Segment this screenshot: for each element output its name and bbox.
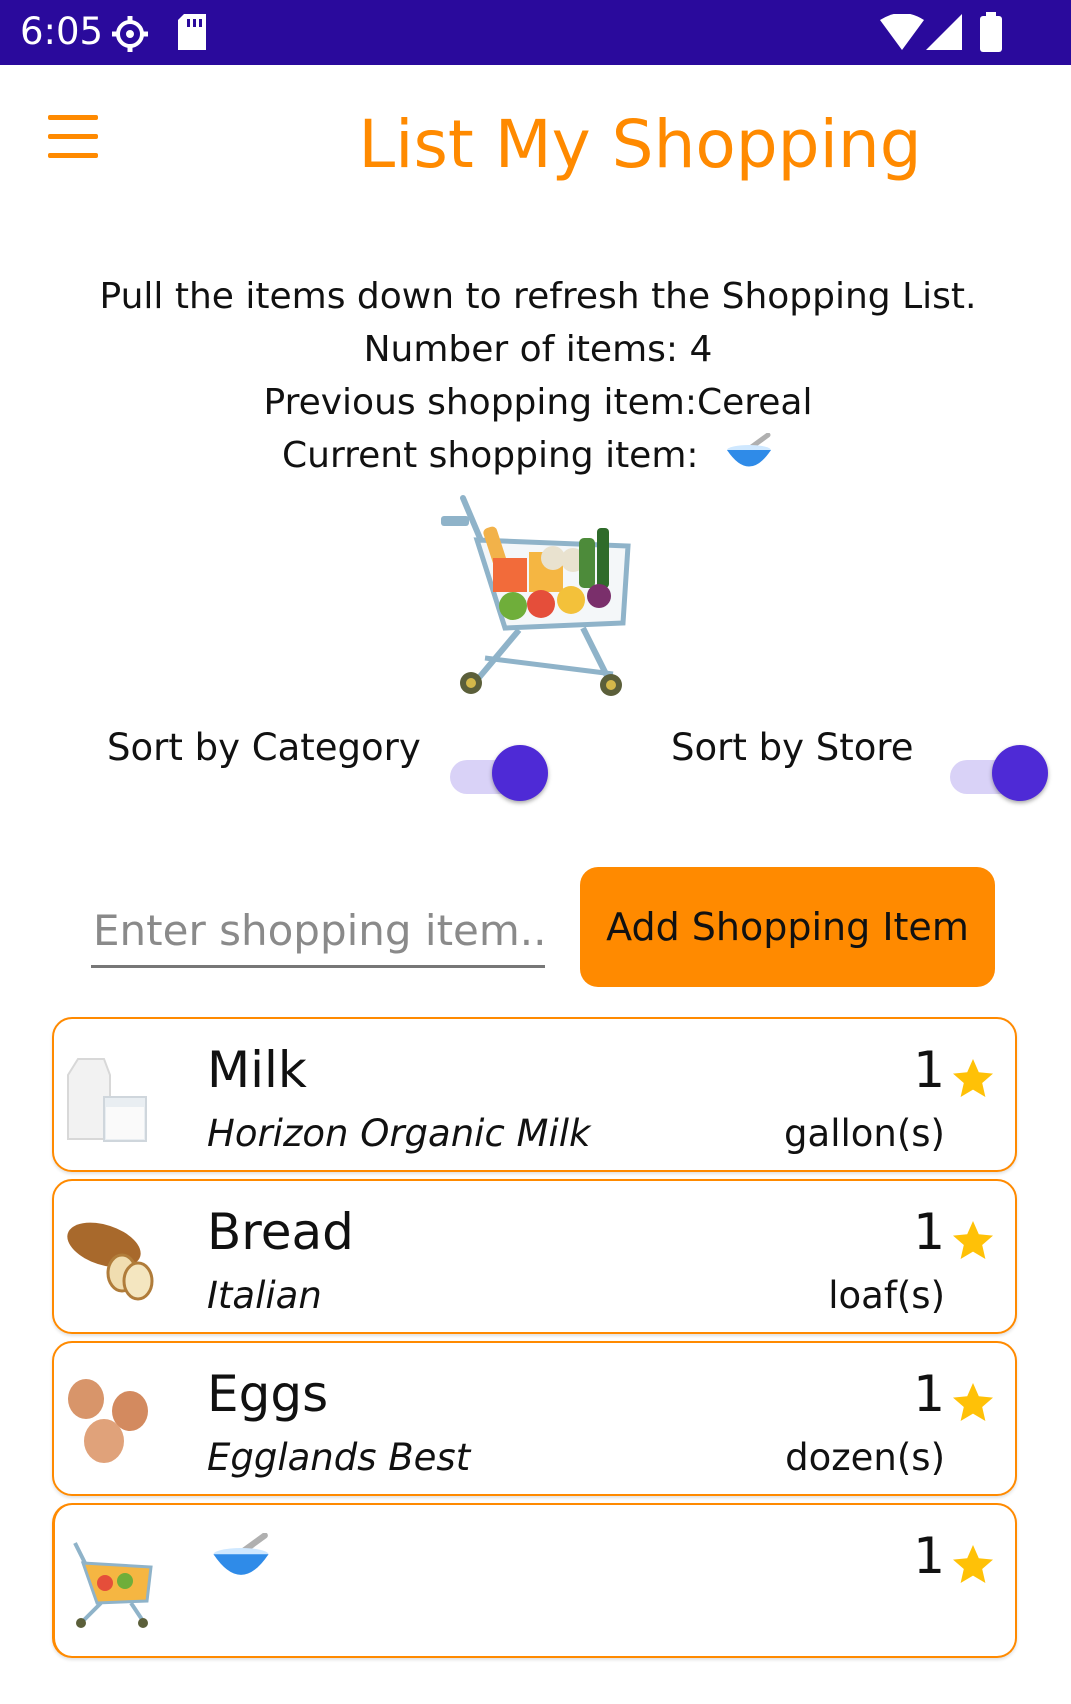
settings-gear-icon xyxy=(112,16,148,52)
sort-category-toggle[interactable] xyxy=(450,745,548,801)
star-icon[interactable] xyxy=(949,1379,997,1427)
item-unit: loaf(s) xyxy=(828,1274,945,1317)
milk-image xyxy=(67,1058,147,1142)
current-item-label: Current shopping item: xyxy=(282,435,699,476)
item-brand: Italian xyxy=(207,1274,322,1317)
item-name: Bread xyxy=(207,1203,354,1261)
bread-image xyxy=(67,1222,154,1301)
app-title: List My Shopping xyxy=(358,106,922,183)
info-panel: Pull the items down to refresh the Shopp… xyxy=(40,270,1036,482)
item-brand: Horizon Organic Milk xyxy=(207,1112,591,1155)
status-time: 6:05 xyxy=(20,10,104,53)
item-quantity: 1 xyxy=(913,1365,945,1423)
list-item-cereal[interactable]: 1 xyxy=(52,1503,1017,1658)
item-name: Eggs xyxy=(207,1365,329,1423)
eggs-image xyxy=(68,1379,148,1463)
item-quantity: 1 xyxy=(913,1203,945,1261)
current-item: Current shopping item: xyxy=(30,429,1026,482)
status-bar: 6:05 xyxy=(0,0,1071,65)
sort-store-toggle[interactable] xyxy=(950,745,1048,801)
list-item-eggs[interactable]: Eggs Egglands Best 1 dozen(s) xyxy=(52,1341,1017,1496)
shopping-cart-image xyxy=(441,495,631,696)
list-item-bread[interactable]: Bread Italian 1 loaf(s) xyxy=(52,1179,1017,1334)
shopping-cart-image xyxy=(73,1542,153,1628)
item-quantity: 1 xyxy=(913,1041,945,1099)
star-icon[interactable] xyxy=(949,1055,997,1103)
sort-store-label: Sort by Store xyxy=(671,726,914,769)
shopping-item-input[interactable] xyxy=(91,895,545,968)
star-icon[interactable] xyxy=(949,1541,997,1589)
wifi-icon xyxy=(880,14,924,50)
item-unit: dozen(s) xyxy=(785,1436,945,1479)
battery-icon xyxy=(980,12,1002,52)
item-count: Number of items: 4 xyxy=(363,329,713,370)
item-unit: gallon(s) xyxy=(784,1112,945,1155)
sort-category-label: Sort by Category xyxy=(107,726,421,769)
cereal-bowl-icon xyxy=(726,432,771,467)
item-brand: Egglands Best xyxy=(207,1436,471,1479)
add-shopping-item-button[interactable]: Add Shopping Item xyxy=(580,867,995,987)
cell-signal-icon xyxy=(926,14,962,50)
item-name: Milk xyxy=(207,1041,307,1099)
cereal-bowl-icon xyxy=(213,1533,269,1575)
previous-item: Previous shopping item:Cereal xyxy=(263,382,813,423)
list-item-milk[interactable]: Milk Horizon Organic Milk 1 gallon(s) xyxy=(52,1017,1017,1172)
item-quantity: 1 xyxy=(913,1527,945,1585)
hamburger-menu-icon[interactable] xyxy=(44,115,104,159)
refresh-hint: Pull the items down to refresh the Shopp… xyxy=(99,276,977,317)
app-bar: List My Shopping xyxy=(0,65,1071,225)
star-icon[interactable] xyxy=(949,1217,997,1265)
sd-card-icon xyxy=(178,14,206,50)
